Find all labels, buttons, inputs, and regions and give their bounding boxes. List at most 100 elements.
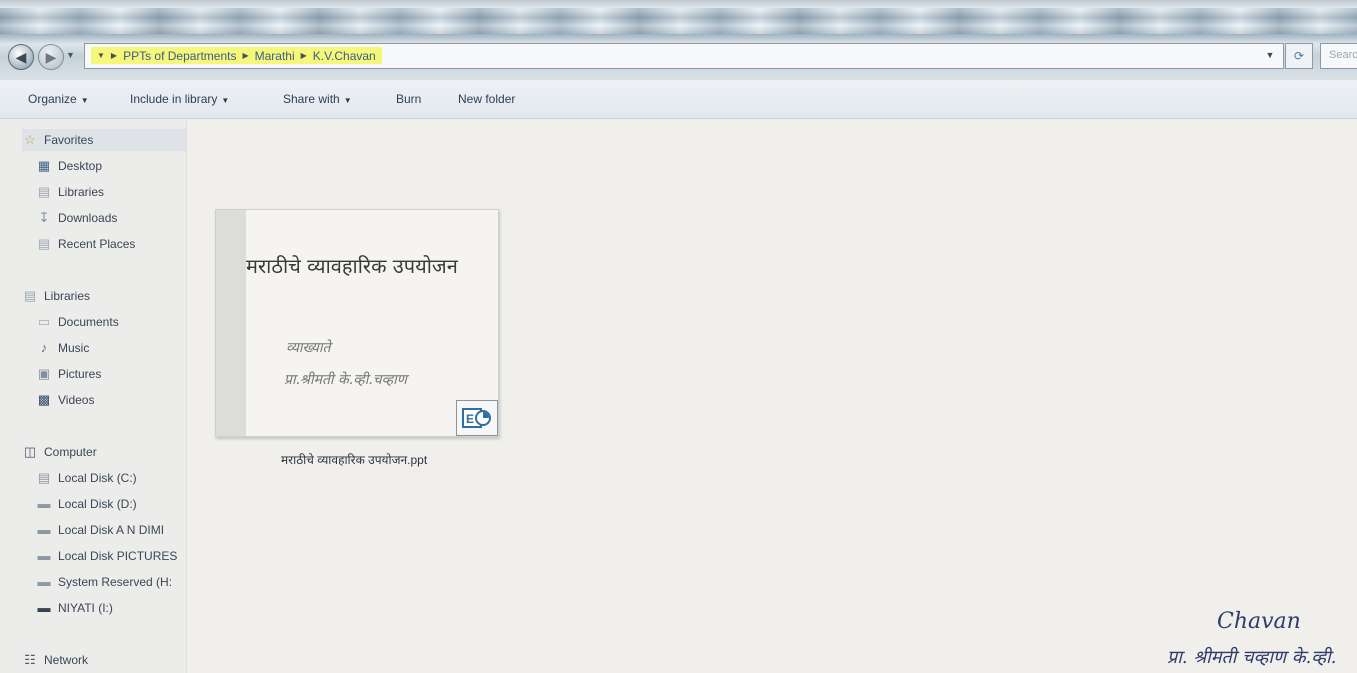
hard-drive-icon: ▬ [37, 574, 51, 589]
file-item[interactable]: मराठीचे व्यावहारिक उपयोजन व्याख्याते प्र… [213, 205, 503, 468]
sidebar-item-niyati[interactable]: ▬ NIYATI (I:) [36, 597, 186, 619]
signature-line: प्रा. श्रीमती चव्हाण के.व्ही. [1167, 647, 1337, 668]
navigation-pane: ☆ Favorites ▦ Desktop ▤ Libraries ↧ Down… [0, 119, 187, 673]
sidebar-item-local-disk-d[interactable]: ▬ Local Disk (D:) [36, 493, 186, 515]
pictures-icon: ▣ [37, 366, 51, 381]
breadcrumb: ▼ ▶ PPTs of Departments ▶ Marathi ▶ K.V.… [91, 47, 382, 64]
handwritten-signature: Chavan प्रा. श्रीमती चव्हाण के.व्ही. [997, 609, 1357, 673]
sidebar-item-label: Downloads [58, 211, 118, 225]
sidebar-item-local-disk-andimi[interactable]: ▬ Local Disk A N DIMI [36, 519, 186, 541]
back-button[interactable]: ◀ [8, 44, 34, 70]
file-name[interactable]: मराठीचे व्यावहारिक उपयोजन.ppt [281, 451, 427, 468]
chevron-right-icon[interactable]: ▶ [242, 51, 248, 60]
sidebar-item-videos[interactable]: ▩ Videos [36, 389, 186, 411]
burn-label: Burn [396, 92, 422, 106]
sidebar-item-label: System Reserved (H: [58, 575, 173, 589]
sidebar-item-label: Libraries [58, 185, 105, 199]
downloads-icon: ↧ [38, 210, 50, 225]
signature-name: Chavan [1217, 609, 1301, 634]
sidebar-item-recent-places[interactable]: ▤ Recent Places [36, 233, 186, 255]
chevron-right-icon[interactable]: ▶ [111, 51, 117, 60]
arrow-left-icon: ◀ [15, 48, 27, 65]
sidebar-item-label: Pictures [58, 367, 102, 381]
share-with-button[interactable]: Share with ▼ [283, 92, 352, 106]
sidebar-item-label: Local Disk (C:) [58, 471, 137, 485]
chevron-down-icon: ▼ [221, 96, 230, 105]
documents-icon: ▭ [37, 314, 51, 329]
hard-drive-icon: ▤ [37, 470, 51, 485]
share-with-label: Share with [283, 92, 340, 106]
music-icon: ♪ [40, 340, 48, 355]
sidebar-item-label: Local Disk A N DIMI [58, 523, 165, 537]
hard-drive-icon: ▬ [37, 496, 51, 511]
burn-button[interactable]: Burn [396, 92, 421, 106]
breadcrumb-item[interactable]: PPTs of Departments [123, 49, 236, 63]
sidebar-item-label: Computer [44, 445, 97, 459]
include-in-library-button[interactable]: Include in library ▼ [130, 92, 229, 106]
sidebar-item-local-disk-pictures[interactable]: ▬ Local Disk PICTURES [36, 545, 186, 567]
star-icon: ☆ [24, 132, 36, 147]
refresh-icon: ⟳ [1293, 49, 1305, 63]
slide-presenter-label: व्याख्याते [286, 340, 331, 356]
sidebar-item-libraries-shortcut[interactable]: ▤ Libraries [36, 181, 186, 203]
forward-button[interactable]: ▶ [38, 44, 64, 70]
chevron-down-icon: ▼ [80, 96, 89, 105]
file-list: मराठीचे व्यावहारिक उपयोजन व्याख्याते प्र… [187, 119, 1357, 673]
address-history-dropdown[interactable]: ▼ [1261, 45, 1279, 65]
network-icon: ☷ [24, 652, 36, 667]
new-folder-button[interactable]: New folder [458, 92, 515, 106]
organize-label: Organize [28, 92, 77, 106]
arrow-right-icon: ▶ [45, 48, 57, 65]
sidebar-item-local-disk-c[interactable]: ▤ Local Disk (C:) [36, 467, 186, 489]
usb-drive-icon: ▬ [37, 600, 51, 615]
hard-drive-icon: ▬ [37, 522, 51, 537]
search-input[interactable]: Search [1320, 43, 1357, 69]
sidebar-item-downloads[interactable]: ↧ Downloads [36, 207, 186, 229]
sidebar-item-system-reserved[interactable]: ▬ System Reserved (H: [36, 571, 186, 593]
sidebar-item-desktop[interactable]: ▦ Desktop [36, 155, 186, 177]
sidebar-item-music[interactable]: ♪ Music [36, 337, 186, 359]
address-bar[interactable]: ▼ ▶ PPTs of Departments ▶ Marathi ▶ K.V.… [84, 43, 1284, 69]
sidebar-item-label: Videos [58, 393, 95, 407]
recent-places-icon: ▤ [37, 236, 51, 251]
recent-pages-dropdown[interactable]: ▼ [66, 50, 75, 60]
computer-icon: ◫ [23, 444, 37, 459]
sidebar-item-label: Network [44, 653, 89, 667]
organize-button[interactable]: Organize ▼ [28, 92, 89, 106]
sidebar-item-network[interactable]: ☷ Network [22, 649, 88, 671]
file-thumbnail: मराठीचे व्यावहारिक उपयोजन व्याख्याते प्र… [215, 209, 499, 437]
sidebar-item-label: Desktop [58, 159, 103, 173]
folder-icon: ▼ [97, 51, 105, 60]
sidebar-item-label: Local Disk PICTURES [58, 549, 178, 563]
libraries-icon: ▤ [23, 288, 37, 303]
sidebar-item-label: Recent Places [58, 237, 136, 251]
sidebar-item-label: Documents [58, 315, 119, 329]
sidebar-item-pictures[interactable]: ▣ Pictures [36, 363, 186, 385]
sidebar-item-label: Libraries [44, 289, 91, 303]
powerpoint-icon: E [456, 400, 498, 436]
desktop-icon: ▦ [37, 158, 51, 173]
aero-glass-band [0, 8, 1357, 34]
sidebar-item-label: Local Disk (D:) [58, 497, 137, 511]
slide-presenter-name: प्रा.श्रीमती के.व्ही.चव्हाण [284, 372, 407, 388]
libraries-icon: ▤ [37, 184, 51, 199]
chevron-down-icon: ▼ [343, 96, 352, 105]
sidebar-item-libraries[interactable]: ▤ Libraries [22, 285, 90, 307]
slide-title: मराठीचे व्यावहारिक उपयोजन [246, 254, 458, 278]
breadcrumb-item[interactable]: K.V.Chavan [313, 49, 376, 63]
refresh-button[interactable]: ⟳ [1285, 43, 1313, 69]
slide-side-strip [216, 210, 246, 436]
sidebar-item-documents[interactable]: ▭ Documents [36, 311, 186, 333]
sidebar-item-label: NIYATI (I:) [58, 601, 113, 615]
hard-drive-icon: ▬ [37, 548, 51, 563]
breadcrumb-item[interactable]: Marathi [255, 49, 295, 63]
chevron-right-icon[interactable]: ▶ [301, 51, 307, 60]
sidebar-item-favorites[interactable]: ☆ Favorites [22, 129, 186, 151]
sidebar-item-label: Music [58, 341, 90, 355]
svg-text:E: E [466, 412, 474, 426]
command-bar: Organize ▼ Include in library ▼ Share with… [0, 80, 1357, 119]
sidebar-item-label: Favorites [44, 133, 94, 147]
include-in-library-label: Include in library [130, 92, 218, 106]
sidebar-item-computer[interactable]: ◫ Computer [22, 441, 97, 463]
new-folder-label: New folder [458, 92, 516, 106]
